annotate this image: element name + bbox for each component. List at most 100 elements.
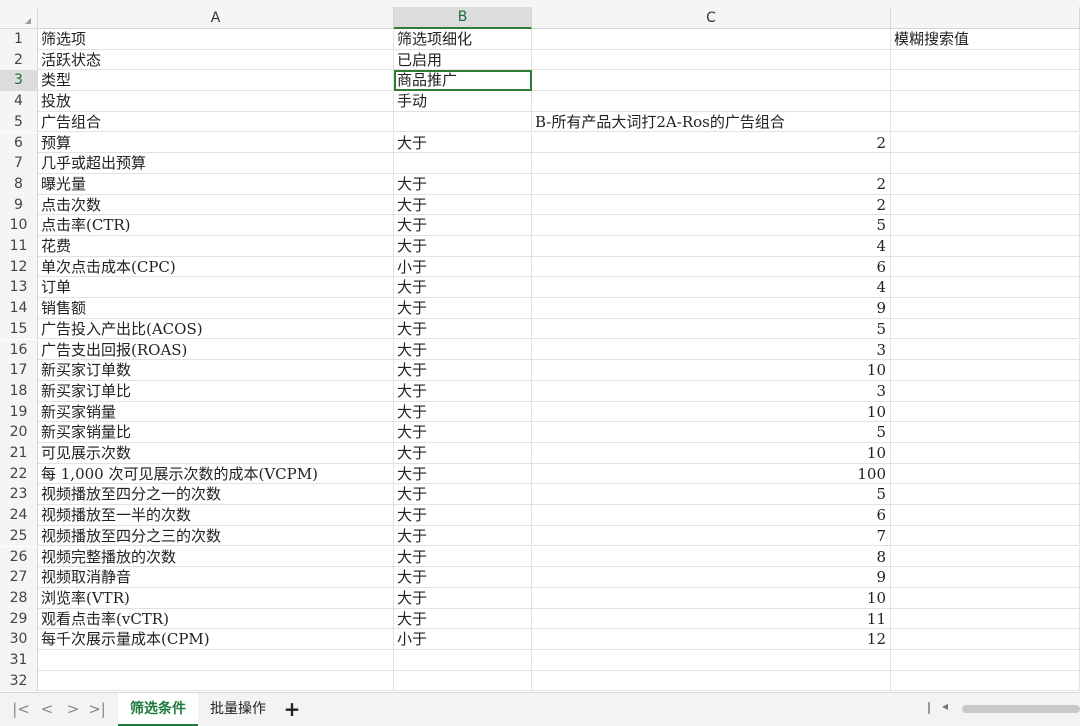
- row-header[interactable]: 16: [0, 339, 38, 361]
- cell-d[interactable]: [891, 525, 1080, 547]
- row-header[interactable]: 27: [0, 567, 38, 588]
- cell-b[interactable]: 大于: [394, 318, 532, 340]
- cell-b[interactable]: 商品推广: [394, 70, 532, 92]
- cell-d[interactable]: [891, 277, 1080, 299]
- cell-b[interactable]: 大于: [394, 608, 532, 630]
- row-header[interactable]: 14: [0, 298, 38, 319]
- cell-a[interactable]: 点击次数: [38, 194, 394, 216]
- cell-c[interactable]: [532, 650, 891, 671]
- cell-a[interactable]: [38, 670, 394, 692]
- cell-c[interactable]: 4: [532, 236, 891, 257]
- cell-d[interactable]: [891, 215, 1080, 236]
- cell-c[interactable]: 10: [532, 360, 891, 381]
- cell-d[interactable]: [891, 318, 1080, 340]
- cell-a[interactable]: 新买家订单数: [38, 360, 394, 381]
- row-header[interactable]: 7: [0, 153, 38, 174]
- cell-c[interactable]: 2: [532, 173, 891, 195]
- cell-b[interactable]: 大于: [394, 525, 532, 547]
- cell-a[interactable]: 预算: [38, 132, 394, 154]
- cell-a[interactable]: 几乎或超出预算: [38, 153, 394, 174]
- tab-filter-conditions[interactable]: 筛选条件: [118, 693, 198, 726]
- row-header[interactable]: 21: [0, 443, 38, 464]
- cell-a[interactable]: 投放: [38, 91, 394, 112]
- column-header-d[interactable]: [891, 7, 1080, 29]
- cell-a[interactable]: 新买家订单比: [38, 380, 394, 402]
- cell-c[interactable]: [532, 153, 891, 174]
- cell-d[interactable]: [891, 422, 1080, 443]
- column-header-c[interactable]: C: [532, 7, 891, 29]
- cell-c[interactable]: 5: [532, 422, 891, 443]
- cell-d[interactable]: [891, 650, 1080, 671]
- cell-d[interactable]: [891, 629, 1080, 650]
- cell-b[interactable]: 大于: [394, 546, 532, 568]
- cell-a[interactable]: 类型: [38, 70, 394, 92]
- cell-d[interactable]: [891, 256, 1080, 278]
- cell-b[interactable]: 已启用: [394, 49, 532, 71]
- cell-b[interactable]: 筛选项细化: [394, 29, 532, 50]
- row-header[interactable]: 4: [0, 91, 38, 112]
- cell-b[interactable]: 大于: [394, 173, 532, 195]
- cell-d[interactable]: [891, 443, 1080, 464]
- cell-d[interactable]: [891, 484, 1080, 506]
- row-header[interactable]: 13: [0, 277, 38, 299]
- row-header[interactable]: 31: [0, 650, 38, 671]
- row-header[interactable]: 23: [0, 484, 38, 506]
- cell-b[interactable]: 大于: [394, 194, 532, 216]
- cell-c[interactable]: 6: [532, 256, 891, 278]
- row-header[interactable]: 25: [0, 525, 38, 547]
- row-header[interactable]: 17: [0, 360, 38, 381]
- cell-b[interactable]: 大于: [394, 360, 532, 381]
- row-header[interactable]: 24: [0, 505, 38, 526]
- cell-c[interactable]: 7: [532, 525, 891, 547]
- cell-d[interactable]: [891, 505, 1080, 526]
- cell-c[interactable]: 10: [532, 443, 891, 464]
- row-header[interactable]: 19: [0, 401, 38, 423]
- select-all-corner[interactable]: [0, 7, 38, 29]
- cell-b[interactable]: 大于: [394, 236, 532, 257]
- column-header-a[interactable]: A: [38, 7, 394, 29]
- cell-c[interactable]: [532, 91, 891, 112]
- prev-sheet-icon[interactable]: <: [38, 699, 56, 719]
- cell-d[interactable]: [891, 587, 1080, 609]
- cell-b[interactable]: 大于: [394, 132, 532, 154]
- row-header[interactable]: 29: [0, 608, 38, 630]
- cell-d[interactable]: [891, 380, 1080, 402]
- cell-d[interactable]: [891, 91, 1080, 112]
- cell-a[interactable]: 订单: [38, 277, 394, 299]
- row-header[interactable]: 22: [0, 463, 38, 485]
- cell-a[interactable]: 新买家销量: [38, 401, 394, 423]
- cell-d[interactable]: [891, 111, 1080, 133]
- cell-d[interactable]: [891, 49, 1080, 71]
- cell-a[interactable]: 点击率(CTR): [38, 215, 394, 236]
- first-sheet-icon[interactable]: |<: [12, 699, 30, 719]
- cell-b[interactable]: 大于: [394, 484, 532, 506]
- cell-b[interactable]: [394, 670, 532, 692]
- cell-b[interactable]: 大于: [394, 401, 532, 423]
- cell-b[interactable]: [394, 153, 532, 174]
- row-header[interactable]: 28: [0, 587, 38, 609]
- column-header-b[interactable]: B: [394, 7, 532, 29]
- cell-d[interactable]: [891, 546, 1080, 568]
- cell-d[interactable]: [891, 670, 1080, 692]
- row-header[interactable]: 9: [0, 194, 38, 216]
- cell-a[interactable]: 可见展示次数: [38, 443, 394, 464]
- cell-d[interactable]: [891, 173, 1080, 195]
- cell-c[interactable]: 2: [532, 194, 891, 216]
- row-header[interactable]: 15: [0, 318, 38, 340]
- cell-d[interactable]: [891, 298, 1080, 319]
- cell-b[interactable]: [394, 650, 532, 671]
- cell-a[interactable]: 活跃状态: [38, 49, 394, 71]
- cell-d[interactable]: [891, 70, 1080, 92]
- cell-b[interactable]: 大于: [394, 339, 532, 361]
- row-header[interactable]: 11: [0, 236, 38, 257]
- cell-b[interactable]: 小于: [394, 256, 532, 278]
- cell-c[interactable]: [532, 49, 891, 71]
- cell-c[interactable]: 5: [532, 484, 891, 506]
- cell-c[interactable]: 9: [532, 567, 891, 588]
- row-header[interactable]: 8: [0, 173, 38, 195]
- cell-a[interactable]: 浏览率(VTR): [38, 587, 394, 609]
- cell-d[interactable]: [891, 608, 1080, 630]
- spreadsheet-grid[interactable]: A B C 1 筛选项 筛选项细化 模糊搜索值 2 活跃状态 已启用 3 类型 商品推广 4 投放 手动…: [0, 0, 1080, 692]
- cell-a[interactable]: 单次点击成本(CPC): [38, 256, 394, 278]
- cell-d[interactable]: 模糊搜索值: [891, 29, 1080, 50]
